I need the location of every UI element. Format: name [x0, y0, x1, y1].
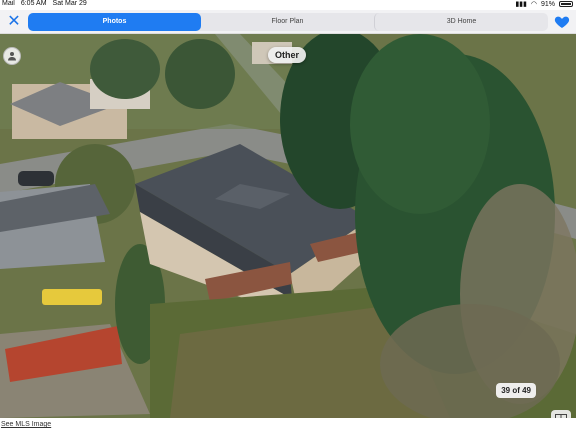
clock: 6:05 AM: [20, 0, 47, 7]
status-bar: Mail 6:05 AM Sat Mar 29 ▮▮▮ ◠ 91%: [0, 0, 576, 10]
date: Sat Mar 29: [52, 0, 87, 7]
tab-floor-plan[interactable]: Floor Plan: [201, 13, 374, 31]
media-tabs: Photos Floor Plan 3D Home: [28, 13, 548, 31]
close-icon: ✕: [7, 13, 21, 30]
aerial-house-image: [0, 34, 576, 418]
tab-photos[interactable]: Photos: [28, 13, 201, 31]
photo-category-tag[interactable]: Other: [268, 47, 307, 63]
see-mls-image-link[interactable]: See MLS Image: [1, 421, 51, 428]
top-nav: ✕ Photos Floor Plan 3D Home: [0, 10, 576, 34]
agent-avatar[interactable]: [3, 47, 21, 65]
battery-percent: 91%: [540, 0, 555, 8]
battery-icon: [559, 1, 573, 7]
wifi-icon: ◠: [530, 1, 537, 8]
listing-photo[interactable]: [0, 34, 576, 418]
footer: See MLS Image: [0, 418, 576, 432]
user-icon: [8, 52, 16, 61]
close-button[interactable]: ✕: [5, 13, 23, 31]
signal-icon: ▮▮▮: [515, 1, 527, 8]
heart-icon: [554, 16, 570, 28]
carrier-label[interactable]: Mail: [2, 0, 15, 7]
photo-counter: 39 of 49: [496, 383, 536, 398]
tab-3d-home[interactable]: 3D Home: [374, 13, 548, 31]
favorite-button[interactable]: [554, 14, 570, 30]
